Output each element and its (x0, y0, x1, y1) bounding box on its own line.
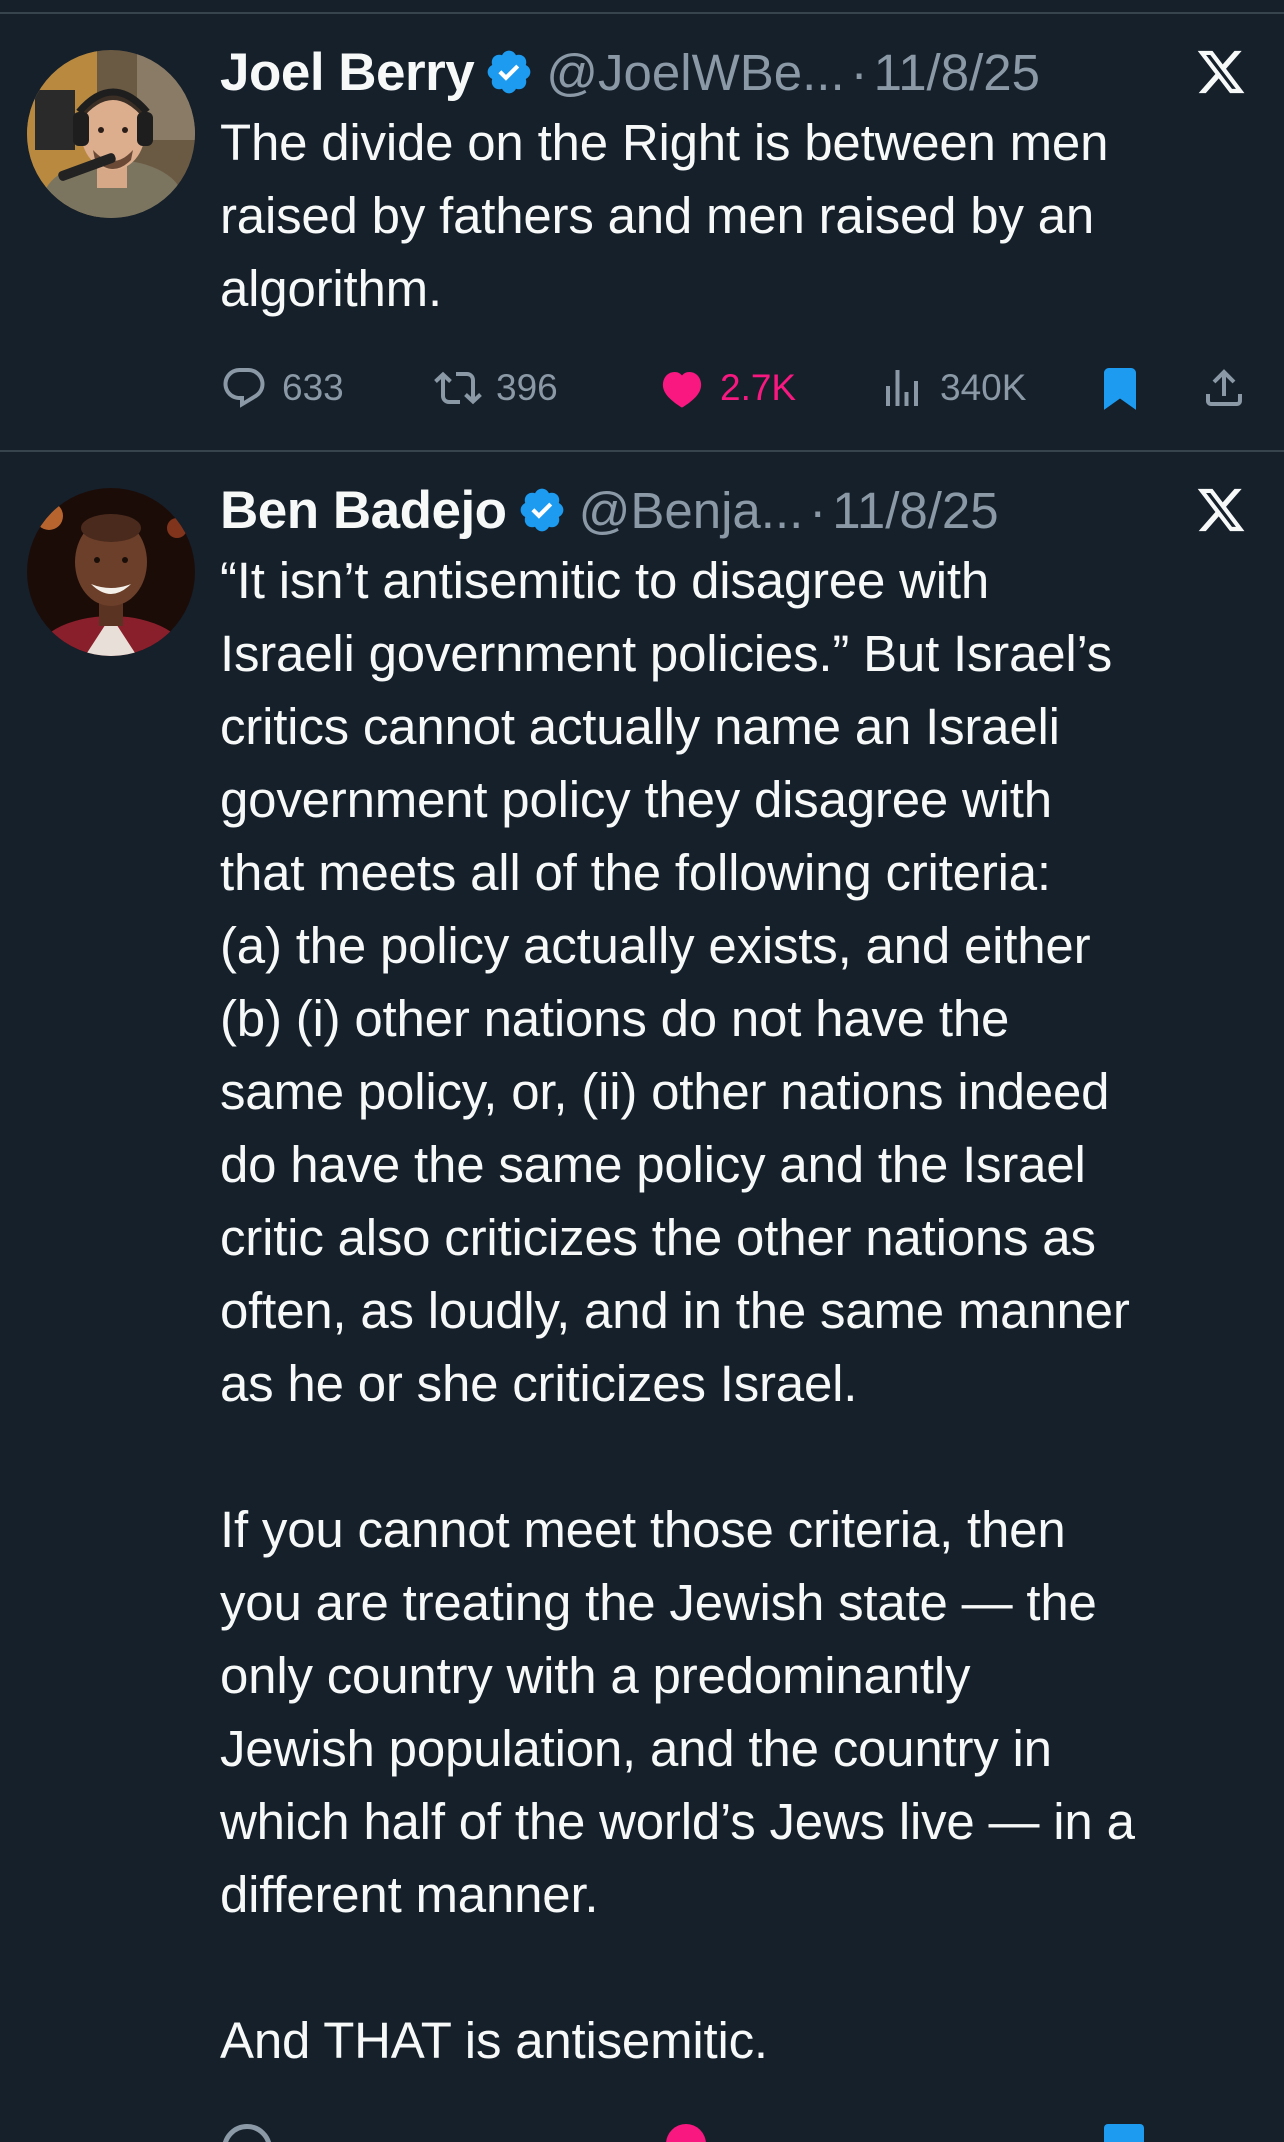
tweet-date[interactable]: 11/8/25 (832, 481, 998, 540)
retweet-icon (434, 371, 482, 405)
retweet-count: 396 (496, 367, 558, 408)
like-count: 2.7K (720, 367, 797, 408)
tweet-actions-partial (220, 2112, 1254, 2142)
avatar-ben-badejo-image (27, 488, 195, 656)
reply-icon (223, 368, 265, 408)
tweet-card[interactable]: Joel Berry @JoelWBe... · 11/8/25 The div… (0, 14, 1284, 452)
tweet-text: The divide on the Right is between men r… (220, 114, 1109, 317)
author-handle[interactable]: @JoelWBe... (546, 43, 844, 102)
reply-icon[interactable] (222, 2124, 272, 2142)
author-name[interactable]: Joel Berry (220, 42, 475, 103)
x-logo-icon (1197, 488, 1245, 532)
x-logo-icon (1197, 50, 1245, 94)
author-handle[interactable]: @Benja... (579, 481, 804, 540)
bookmark-icon[interactable] (1104, 2124, 1144, 2142)
avatar[interactable] (27, 50, 195, 218)
separator-dot: · (809, 481, 827, 539)
tweet-date[interactable]: 11/8/25 (874, 43, 1040, 102)
author-name[interactable]: Ben Badejo (220, 480, 507, 541)
tweet-header: Ben Badejo @Benja... · 11/8/25 (220, 474, 1254, 546)
verified-badge-icon (487, 50, 531, 94)
verified-badge-icon (520, 488, 563, 532)
reply-button[interactable]: 633 (220, 358, 344, 418)
views-button[interactable]: 340K (878, 358, 1026, 418)
bookmark-icon (1104, 368, 1136, 410)
views-icon (886, 370, 918, 406)
like-button[interactable]: 2.7K (658, 358, 796, 418)
avatar[interactable] (27, 488, 195, 656)
tweet-content: Ben Badejo @Benja... · 11/8/25 “It isn’t… (220, 474, 1254, 2077)
heart-icon (662, 372, 702, 408)
reply-count: 633 (282, 367, 344, 408)
tweet-header: Joel Berry @JoelWBe... · 11/8/25 (220, 36, 1254, 108)
retweet-button[interactable]: 396 (434, 358, 558, 418)
share-button[interactable] (1200, 358, 1248, 418)
share-icon (1206, 369, 1242, 406)
separator-dot: · (850, 43, 868, 101)
bookmark-button[interactable] (1096, 358, 1144, 418)
tweet-actions: 633 396 2.7K 340K (220, 358, 1254, 418)
avatar-joel-berry-image (27, 50, 195, 218)
views-count: 340K (940, 367, 1027, 408)
tweet-card[interactable]: Ben Badejo @Benja... · 11/8/25 “It isn’t… (0, 452, 1284, 2142)
heart-icon[interactable] (666, 2124, 706, 2142)
tweet-text: “It isn’t antisemitic to disagree with I… (220, 552, 1135, 2069)
tweet-content: Joel Berry @JoelWBe... · 11/8/25 The div… (220, 36, 1254, 325)
